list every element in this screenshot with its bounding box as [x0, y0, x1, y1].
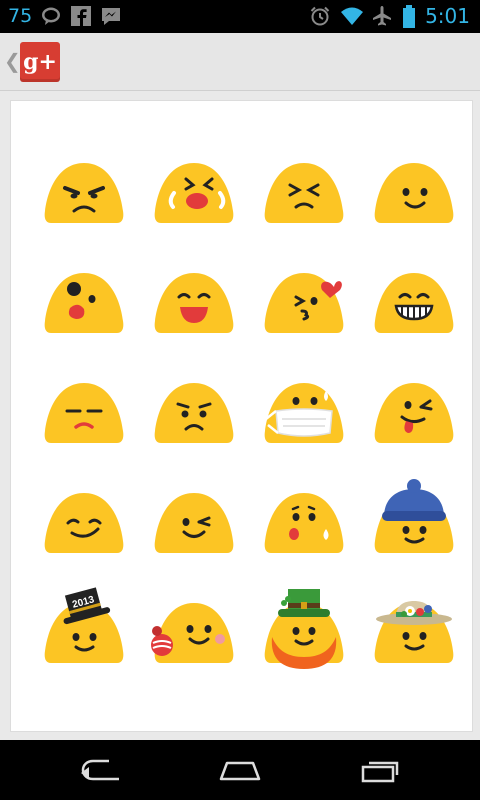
apple-face-icon[interactable] [146, 581, 242, 677]
winter-hat-face-icon[interactable] [366, 471, 462, 567]
messenger-icon [100, 5, 122, 27]
action-bar: ❮ g+ [0, 33, 480, 91]
angry-face-icon[interactable] [36, 141, 132, 237]
airplane-mode-icon [371, 5, 393, 27]
navigation-bar [0, 740, 480, 800]
battery-icon [402, 5, 416, 28]
grinning-face-icon[interactable] [366, 251, 462, 347]
home-icon[interactable] [213, 754, 267, 786]
sticker-card: 2013 [10, 100, 473, 732]
laughing-face-icon[interactable] [146, 251, 242, 347]
app-logo-text: g+ [23, 49, 57, 75]
facebook-icon [70, 5, 92, 27]
kissing-face-icon[interactable] [256, 251, 352, 347]
surprised-sweat-face-icon[interactable] [256, 471, 352, 567]
smiling-face-icon[interactable] [366, 141, 462, 237]
leprechaun-face-icon[interactable] [256, 581, 352, 677]
clock: 5:01 [425, 4, 470, 28]
bruised-face-icon[interactable] [36, 251, 132, 347]
alarm-icon [309, 5, 331, 27]
chat-bubble-icon [40, 5, 62, 27]
recent-apps-icon[interactable] [353, 754, 407, 786]
frustrated-face-icon[interactable] [256, 141, 352, 237]
sad-face-icon[interactable] [146, 361, 242, 457]
status-system-icons: 5:01 [309, 4, 470, 28]
crying-face-icon[interactable] [146, 141, 242, 237]
flower-hat-face-icon[interactable] [366, 581, 462, 677]
wifi-icon [340, 5, 364, 27]
status-bar: 75 5:01 [0, 0, 480, 33]
status-notifications: 75 [8, 5, 122, 27]
new-year-hat-face-icon[interactable]: 2013 [36, 581, 132, 677]
tongue-wink-face-icon[interactable] [366, 361, 462, 457]
up-navigation-caret[interactable]: ❮ [4, 49, 21, 73]
content-face-icon[interactable] [36, 471, 132, 567]
unamused-face-icon[interactable] [36, 361, 132, 457]
notification-count: 75 [8, 5, 33, 27]
google-plus-app-icon[interactable]: g+ [20, 42, 60, 82]
winking-face-icon[interactable] [146, 471, 242, 567]
masked-face-icon[interactable] [256, 361, 352, 457]
back-icon[interactable] [73, 754, 127, 786]
